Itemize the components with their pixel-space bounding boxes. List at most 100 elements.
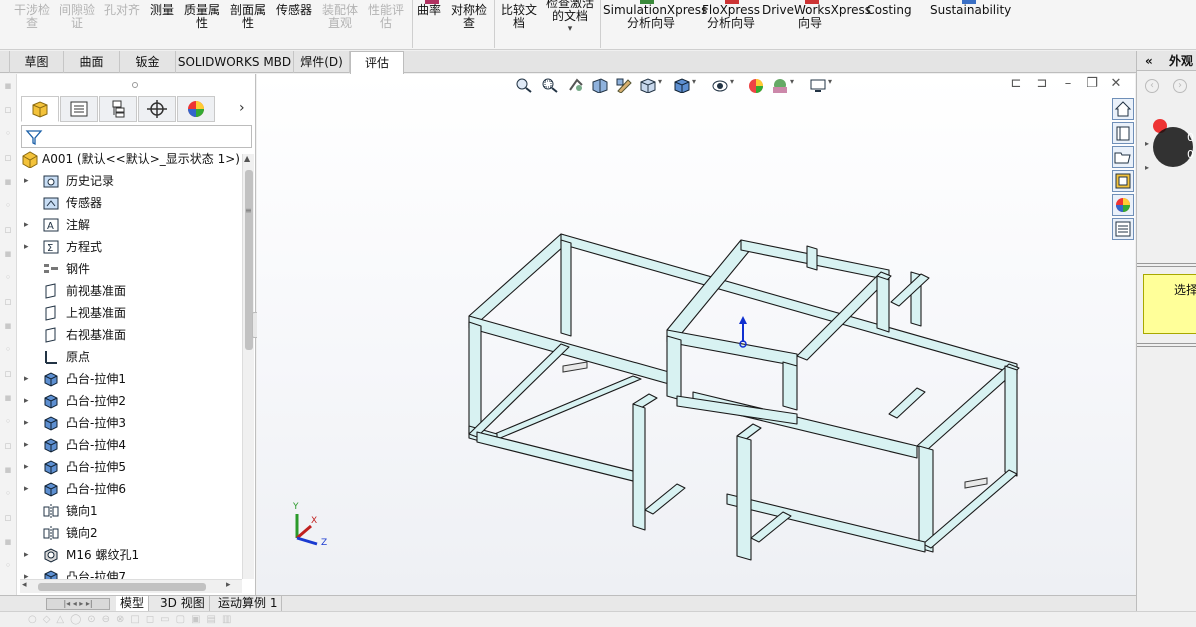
mass-properties-button[interactable]: 质量属 性 xyxy=(180,4,224,52)
tree-node[interactable]: ▸ 凸台-拉伸2 xyxy=(18,391,242,411)
frame-member[interactable] xyxy=(476,431,638,483)
floxpress-button[interactable]: FloXpress 分析向导 xyxy=(700,4,762,52)
tree-node[interactable]: ▸ Σ 方程式 xyxy=(18,237,242,257)
scroll-left-arrow-icon[interactable]: ◂ xyxy=(22,580,27,590)
panel-grip[interactable] xyxy=(132,82,138,88)
tree-node[interactable]: ▸ 凸台-拉伸3 xyxy=(18,413,242,433)
tab-surfaces[interactable]: 曲面 xyxy=(64,51,120,73)
check-active-document-button[interactable]: 检查激活 的文档 ▾ xyxy=(543,0,597,45)
tab-display-manager[interactable] xyxy=(177,96,215,122)
tree-horizontal-scrollbar[interactable]: ◂ ▸ xyxy=(20,579,242,593)
tab-configuration-manager[interactable] xyxy=(99,96,137,122)
frame-member[interactable] xyxy=(750,511,792,543)
frame-member[interactable] xyxy=(468,343,570,438)
frame-member[interactable] xyxy=(666,329,798,367)
tree-node[interactable]: ▸ A 注解 xyxy=(18,215,242,235)
tree-node[interactable]: 镜向2 xyxy=(18,523,242,543)
tab-sheet-metal[interactable]: 钣金 xyxy=(120,51,176,73)
expand-arrow-icon[interactable]: ▸ xyxy=(24,215,34,235)
expand-arrow-icon[interactable]: ▸ xyxy=(1145,139,1149,148)
expand-arrow-icon[interactable]: ▸ xyxy=(24,237,34,257)
frame-member[interactable] xyxy=(916,363,1020,451)
frame-member[interactable] xyxy=(890,273,930,307)
frame-member[interactable] xyxy=(876,275,890,333)
scroll-right-arrow-icon[interactable]: ▸ xyxy=(226,580,231,590)
collapse-icon[interactable]: « xyxy=(1145,51,1153,71)
expand-arrow-icon[interactable]: ▸ xyxy=(24,391,34,411)
frame-member[interactable] xyxy=(888,387,926,419)
clearance-verification-button[interactable]: 间隙验 证 xyxy=(56,4,98,52)
back-icon[interactable]: ‹ xyxy=(1145,79,1159,93)
tabs-scroll-right-icon[interactable]: › xyxy=(239,100,245,116)
frame-member[interactable] xyxy=(726,493,926,553)
expand-arrow-icon[interactable]: ▸ xyxy=(24,479,34,499)
frame-member[interactable] xyxy=(676,395,798,425)
frame-member[interactable] xyxy=(666,335,682,401)
frame-member[interactable] xyxy=(692,391,918,459)
assembly-visualization-button[interactable]: 装配体 直观 xyxy=(318,4,362,52)
performance-evaluation-button[interactable]: 性能评 估 xyxy=(364,4,408,52)
tree-node[interactable]: ▸ 凸台-拉伸1 xyxy=(18,369,242,389)
dropdown-arrow-icon[interactable]: ▾ xyxy=(543,23,597,35)
tab-3d-view[interactable]: 3D 视图 xyxy=(156,596,210,612)
frame-member[interactable] xyxy=(736,435,752,561)
expand-arrow-icon[interactable]: ▸ xyxy=(1145,163,1149,172)
tab-feature-manager[interactable] xyxy=(21,96,59,122)
tab-nav-buttons[interactable]: |◂ ◂ ▸ ▸| xyxy=(46,598,110,610)
tree-filter-box[interactable] xyxy=(21,125,252,148)
tree-node[interactable]: 传感器 xyxy=(18,193,242,213)
frame-member[interactable] xyxy=(560,239,572,337)
tree-node[interactable]: ▸ 凸台-拉伸4 xyxy=(18,435,242,455)
symmetry-check-button[interactable]: 对称检 查 xyxy=(446,4,492,52)
tree-node[interactable]: ▸ 凸台-拉伸6 xyxy=(18,479,242,499)
expand-arrow-icon[interactable]: ▸ xyxy=(24,413,34,433)
expand-arrow-icon[interactable]: ▸ xyxy=(24,435,34,455)
tree-node[interactable]: 钢件 xyxy=(18,259,242,279)
frame-3d-model[interactable] xyxy=(257,74,1135,595)
frame-member[interactable] xyxy=(782,361,798,411)
costing-button[interactable]: Costing xyxy=(862,4,916,52)
tab-mbd[interactable]: SOLIDWORKS MBD xyxy=(176,51,294,73)
tree-node[interactable]: ▸ 历史记录 xyxy=(18,171,242,191)
hole-alignment-button[interactable]: 孔对齐 xyxy=(100,4,144,52)
frame-member[interactable] xyxy=(468,321,482,439)
tree-vertical-scrollbar[interactable]: ▲ ≡ xyxy=(242,154,254,579)
tab-model[interactable]: 模型 xyxy=(116,596,150,612)
tree-horizontal-scroll-thumb[interactable] xyxy=(38,583,206,591)
tab-motion-study[interactable]: 运动算例 1 xyxy=(214,596,283,612)
frame-member[interactable] xyxy=(468,233,574,321)
scroll-up-arrow-icon[interactable]: ▲ xyxy=(244,154,250,163)
interference-detection-button[interactable]: 干涉检 查 xyxy=(10,4,54,52)
expand-arrow-icon[interactable]: ▸ xyxy=(24,171,34,191)
tree-node[interactable]: ▸ 凸台-拉伸5 xyxy=(18,457,242,477)
measure-button[interactable]: 测量 xyxy=(146,4,178,52)
expand-arrow-icon[interactable]: ▸ xyxy=(24,369,34,389)
curvature-button[interactable]: 曲率 xyxy=(414,4,444,52)
expand-arrow-icon[interactable]: ▸ xyxy=(24,545,34,565)
simulationxpress-button[interactable]: SimulationXpress 分析向导 xyxy=(603,4,707,52)
tab-evaluate[interactable]: 评估 xyxy=(350,51,404,74)
tab-sketch[interactable]: 草图 xyxy=(10,51,64,73)
frame-member[interactable] xyxy=(1004,365,1018,477)
tree-node[interactable]: 镜向1 xyxy=(18,501,242,521)
forward-icon[interactable]: › xyxy=(1173,79,1187,93)
sensor-button[interactable]: 传感器 xyxy=(272,4,316,52)
frame-member[interactable] xyxy=(918,445,934,553)
tab-dimxpert-manager[interactable] xyxy=(138,96,176,122)
tab-weldments[interactable]: 焊件(D) xyxy=(294,51,350,73)
tree-node[interactable]: 原点 xyxy=(18,347,242,367)
tree-node[interactable]: 前视基准面 xyxy=(18,281,242,301)
frame-member[interactable] xyxy=(806,245,818,271)
tree-node[interactable]: 上视基准面 xyxy=(18,303,242,323)
frame-member[interactable] xyxy=(484,375,642,442)
tree-root-part[interactable]: A001 (默认<<默认>_显示状态 1>) xyxy=(18,149,242,169)
tree-node[interactable]: ▸ M16 螺纹孔1 xyxy=(18,545,242,565)
expand-arrow-icon[interactable]: ▸ xyxy=(24,457,34,477)
tab-property-manager[interactable] xyxy=(60,96,98,122)
driveworksxpress-button[interactable]: DriveWorksXpress 向导 xyxy=(762,4,871,52)
frame-member[interactable] xyxy=(632,403,646,531)
frame-member[interactable] xyxy=(644,483,686,515)
compare-documents-button[interactable]: 比较文 档 xyxy=(497,4,541,52)
graphics-area[interactable]: ▾ ▾ ▾ ▾ ▾ ⊏ ⊐ – ❐ ✕ Y X Z xyxy=(257,74,1135,595)
section-properties-button[interactable]: 剖面属 性 xyxy=(226,4,270,52)
